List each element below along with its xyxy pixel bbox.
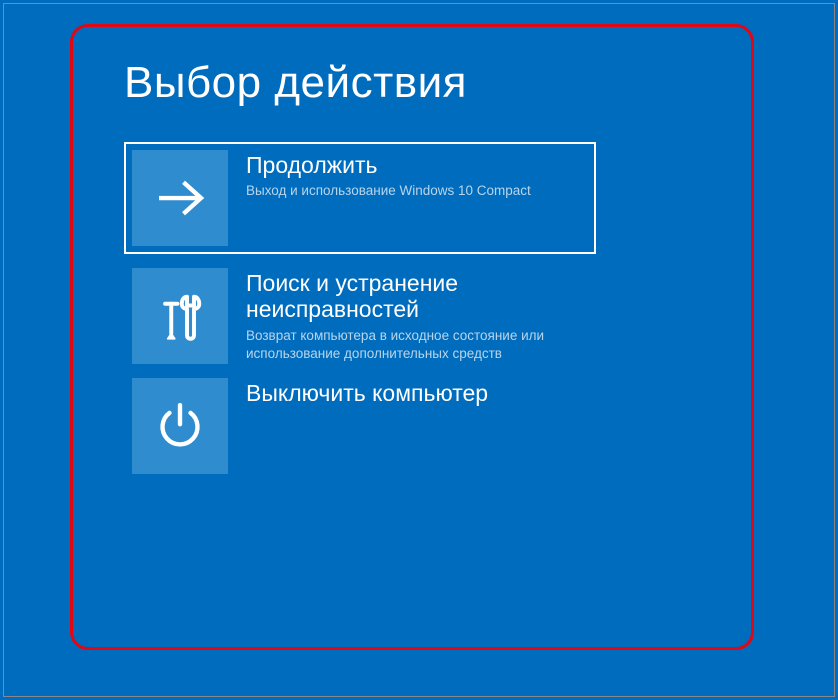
option-desc: Выход и использование Windows 10 Compact — [246, 182, 588, 200]
power-icon — [132, 378, 228, 474]
option-troubleshoot[interactable]: Поиск и устранение неисправностей Возвра… — [132, 268, 592, 364]
tools-icon — [132, 268, 228, 364]
option-continue[interactable]: Продолжить Выход и использование Windows… — [124, 142, 596, 254]
option-title: Продолжить — [246, 152, 588, 178]
option-title: Поиск и устранение неисправностей — [246, 270, 592, 323]
page-title: Выбор действия — [124, 58, 704, 108]
arrow-right-icon — [132, 150, 228, 246]
option-shutdown[interactable]: Выключить компьютер — [132, 378, 592, 474]
options-list: Продолжить Выход и использование Windows… — [124, 142, 704, 474]
boot-menu: Выбор действия Продолжить Выход и исполь… — [124, 58, 704, 474]
option-text: Поиск и устранение неисправностей Возвра… — [228, 268, 592, 363]
option-text: Выключить компьютер — [228, 378, 592, 410]
option-text: Продолжить Выход и использование Windows… — [228, 150, 588, 201]
option-title: Выключить компьютер — [246, 380, 592, 406]
option-desc: Возврат компьютера в исходное состояние … — [246, 327, 592, 363]
